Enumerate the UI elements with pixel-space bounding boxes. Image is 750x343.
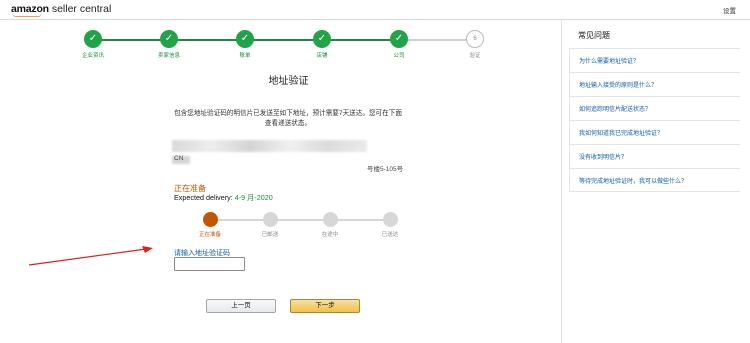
settings-link[interactable]: 设置 (723, 5, 736, 15)
next-step-button[interactable]: 下一步 (290, 299, 360, 313)
faq-title: 常见问题 (578, 31, 610, 40)
faq-link[interactable]: 等待完成地址验证时，我可以做些什么？ (570, 168, 740, 192)
tracking-dot (322, 212, 338, 227)
step-3: ✓ 账单 (215, 30, 275, 59)
redacted-address (172, 140, 367, 152)
step-6: 6 验证 (445, 30, 505, 59)
address-country: CN (174, 155, 184, 162)
step-number: 6 (466, 30, 484, 48)
tracking-dot (202, 212, 218, 227)
step-label: 店铺 (316, 53, 328, 59)
registration-progress: ✓ 企业资讯 ✓ 卖家信息 ✓ 账单 ✓ 店铺 ✓ 公司 6 验证 (77, 30, 487, 66)
amazon-smile-icon (12, 13, 42, 17)
amazon-seller-central-logo[interactable]: amazon seller central (11, 3, 112, 17)
tracking-dot (382, 212, 398, 227)
step-2: ✓ 卖家信息 (139, 30, 199, 59)
step-label: 公司 (393, 53, 405, 59)
main-panel: ✓ 企业资讯 ✓ 卖家信息 ✓ 账单 ✓ 店铺 ✓ 公司 6 验证 地址验证 包… (15, 20, 562, 343)
mailing-address: CN 号楼5-105号 (172, 138, 412, 173)
check-icon: ✓ (236, 30, 254, 48)
check-icon: ✓ (160, 30, 178, 48)
top-navigation-bar: amazon seller central 设置 (0, 0, 750, 20)
annotation-arrow (28, 246, 153, 266)
postcard-tracking: 正在准备 已邮送 在途中 已送达 (199, 212, 408, 240)
address-suffix: 号楼5-105号 (367, 166, 404, 173)
check-icon: ✓ (313, 30, 331, 48)
faq-sidebar: 常见问题 为什么需要地址验证？ 地址输入接受的原则是什么？ 如何追踪明信片配送状… (569, 26, 740, 343)
faq-link[interactable]: 如何追踪明信片配送状态？ (570, 96, 740, 120)
postcard-info-text: 包含您地址验证码的明信片已发送至如下地址，预计需要7天送达。您可在下面查看递送状… (174, 110, 402, 127)
faq-list: 为什么需要地址验证？ 地址输入接受的原则是什么？ 如何追踪明信片配送状态？ 我如… (569, 48, 740, 192)
tracking-step-delivered: 已送达 (365, 212, 415, 238)
step-1: ✓ 企业资讯 (63, 30, 123, 59)
expected-delivery-label: Expected delivery: (174, 193, 235, 202)
tracking-label: 在途中 (321, 232, 339, 238)
faq-link[interactable]: 为什么需要地址验证？ (570, 48, 740, 72)
tracking-label: 已邮送 (261, 232, 279, 238)
page-title: 地址验证 (268, 76, 309, 87)
verification-code-input[interactable] (174, 257, 245, 271)
expected-delivery-dates: 4-9 月-2020 (234, 193, 273, 202)
step-label: 卖家信息 (157, 53, 180, 59)
step-label: 企业资讯 (81, 53, 104, 59)
check-icon: ✓ (390, 30, 408, 48)
tracking-label: 正在准备 (198, 232, 221, 238)
tracking-line (210, 219, 390, 221)
tracking-dot (262, 212, 278, 227)
logo-product: seller central (48, 3, 112, 15)
previous-page-button[interactable]: 上一页 (206, 299, 276, 313)
faq-link[interactable]: 没有收到明信片？ (570, 144, 740, 168)
faq-link[interactable]: 地址输入接受的原则是什么？ (570, 72, 740, 96)
step-4: ✓ 店铺 (292, 30, 352, 59)
tracking-label: 已送达 (381, 232, 399, 238)
faq-link[interactable]: 我如何知道我已完成地址验证？ (570, 120, 740, 144)
step-label: 账单 (239, 53, 251, 59)
expected-delivery: Expected delivery: 4-9 月-2020 (174, 193, 273, 203)
tracking-step-in-transit: 在途中 (305, 212, 355, 238)
step-5: ✓ 公司 (369, 30, 429, 59)
check-icon: ✓ (84, 30, 102, 48)
tracking-step-mailed: 已邮送 (245, 212, 295, 238)
step-label: 验证 (469, 53, 481, 59)
tracking-step-preparing: 正在准备 (185, 212, 235, 238)
